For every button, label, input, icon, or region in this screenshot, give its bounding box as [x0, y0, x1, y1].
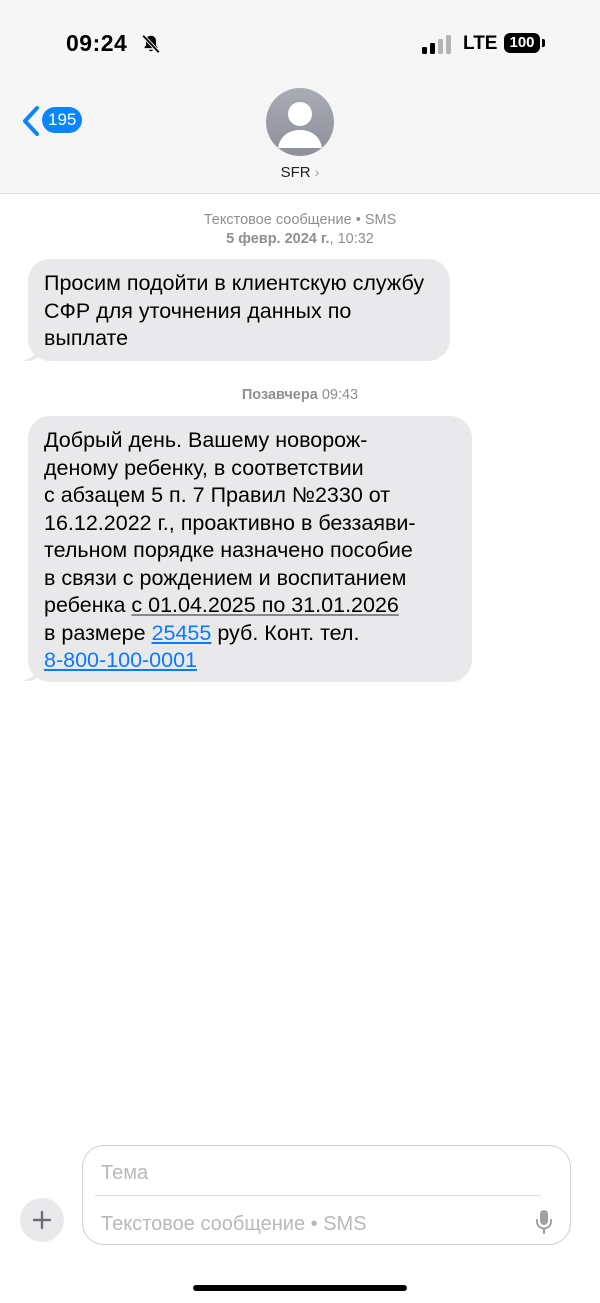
- message-bubble-incoming[interactable]: Просим подойти в клиентскую службу СФР д…: [28, 259, 450, 361]
- back-button[interactable]: 195: [20, 104, 90, 138]
- message-line: ребенка с 01.04.2025 по 31.01.2026: [44, 593, 399, 617]
- message-line: деному ребенку, в соответствии: [44, 455, 364, 480]
- message-time: 09:43: [317, 387, 359, 403]
- message-timestamp: Текстовое сообщение • SMS 5 февр. 2024 г…: [0, 211, 600, 249]
- conversation-header: 09:24 LTE 100 195 SFR ›: [0, 0, 600, 194]
- message-line: в размере 25455 руб. Конт. тел.: [44, 620, 360, 645]
- message-type-label: Текстовое сообщение • SMS: [203, 212, 397, 228]
- plus-icon: [32, 1210, 52, 1230]
- person-icon: [278, 102, 322, 148]
- home-indicator[interactable]: [193, 1285, 407, 1291]
- message-line: Добрый день. Вашему новорож-: [44, 428, 368, 452]
- message-line: в связи с рождением и воспитанием: [44, 565, 407, 590]
- amount-link[interactable]: 25455: [152, 621, 212, 645]
- message-date: 5 февр. 2024 г., 10:32: [226, 231, 374, 247]
- bell-slash-icon: [141, 34, 161, 54]
- cellular-signal-icon: [422, 35, 451, 54]
- message-line: 8-800-100-0001: [44, 647, 456, 675]
- contact-name-button[interactable]: SFR ›: [0, 164, 600, 181]
- battery-tip: [542, 39, 545, 47]
- unread-count-badge: 195: [42, 107, 83, 133]
- message-bubble-incoming[interactable]: Добрый день. Вашему новорож- деному ребе…: [28, 416, 472, 682]
- chevron-left-icon: [23, 106, 39, 136]
- chevron-right-icon: ›: [314, 164, 320, 180]
- message-line: тельном порядке назначено пособие: [44, 538, 413, 562]
- message-text: Просим подойти в клиентскую службу СФР д…: [44, 271, 425, 350]
- network-type: LTE: [463, 33, 498, 54]
- microphone-icon[interactable]: [534, 1209, 554, 1235]
- contact-avatar[interactable]: [266, 88, 334, 156]
- message-line: 16.12.2022 г., проактивно в беззаяви-: [44, 510, 416, 535]
- contact-name: SFR: [280, 164, 311, 181]
- subject-input[interactable]: [99, 1156, 543, 1190]
- message-composer: [82, 1145, 571, 1245]
- message-line: с абзацем 5 п. 7 Правил №2330 от: [44, 483, 391, 507]
- status-time: 09:24: [66, 30, 128, 56]
- message-timestamp: Позавчера 09:43: [0, 386, 600, 405]
- phone-link[interactable]: 8-800-100-0001: [44, 648, 197, 672]
- add-attachment-button[interactable]: [20, 1198, 64, 1242]
- composer-divider: [95, 1195, 541, 1196]
- message-day: Позавчера: [241, 387, 318, 403]
- date-range-link[interactable]: с 01.04.2025 по 31.01.2026: [131, 593, 398, 617]
- message-input[interactable]: [99, 1207, 523, 1241]
- battery-level: 100: [504, 33, 540, 53]
